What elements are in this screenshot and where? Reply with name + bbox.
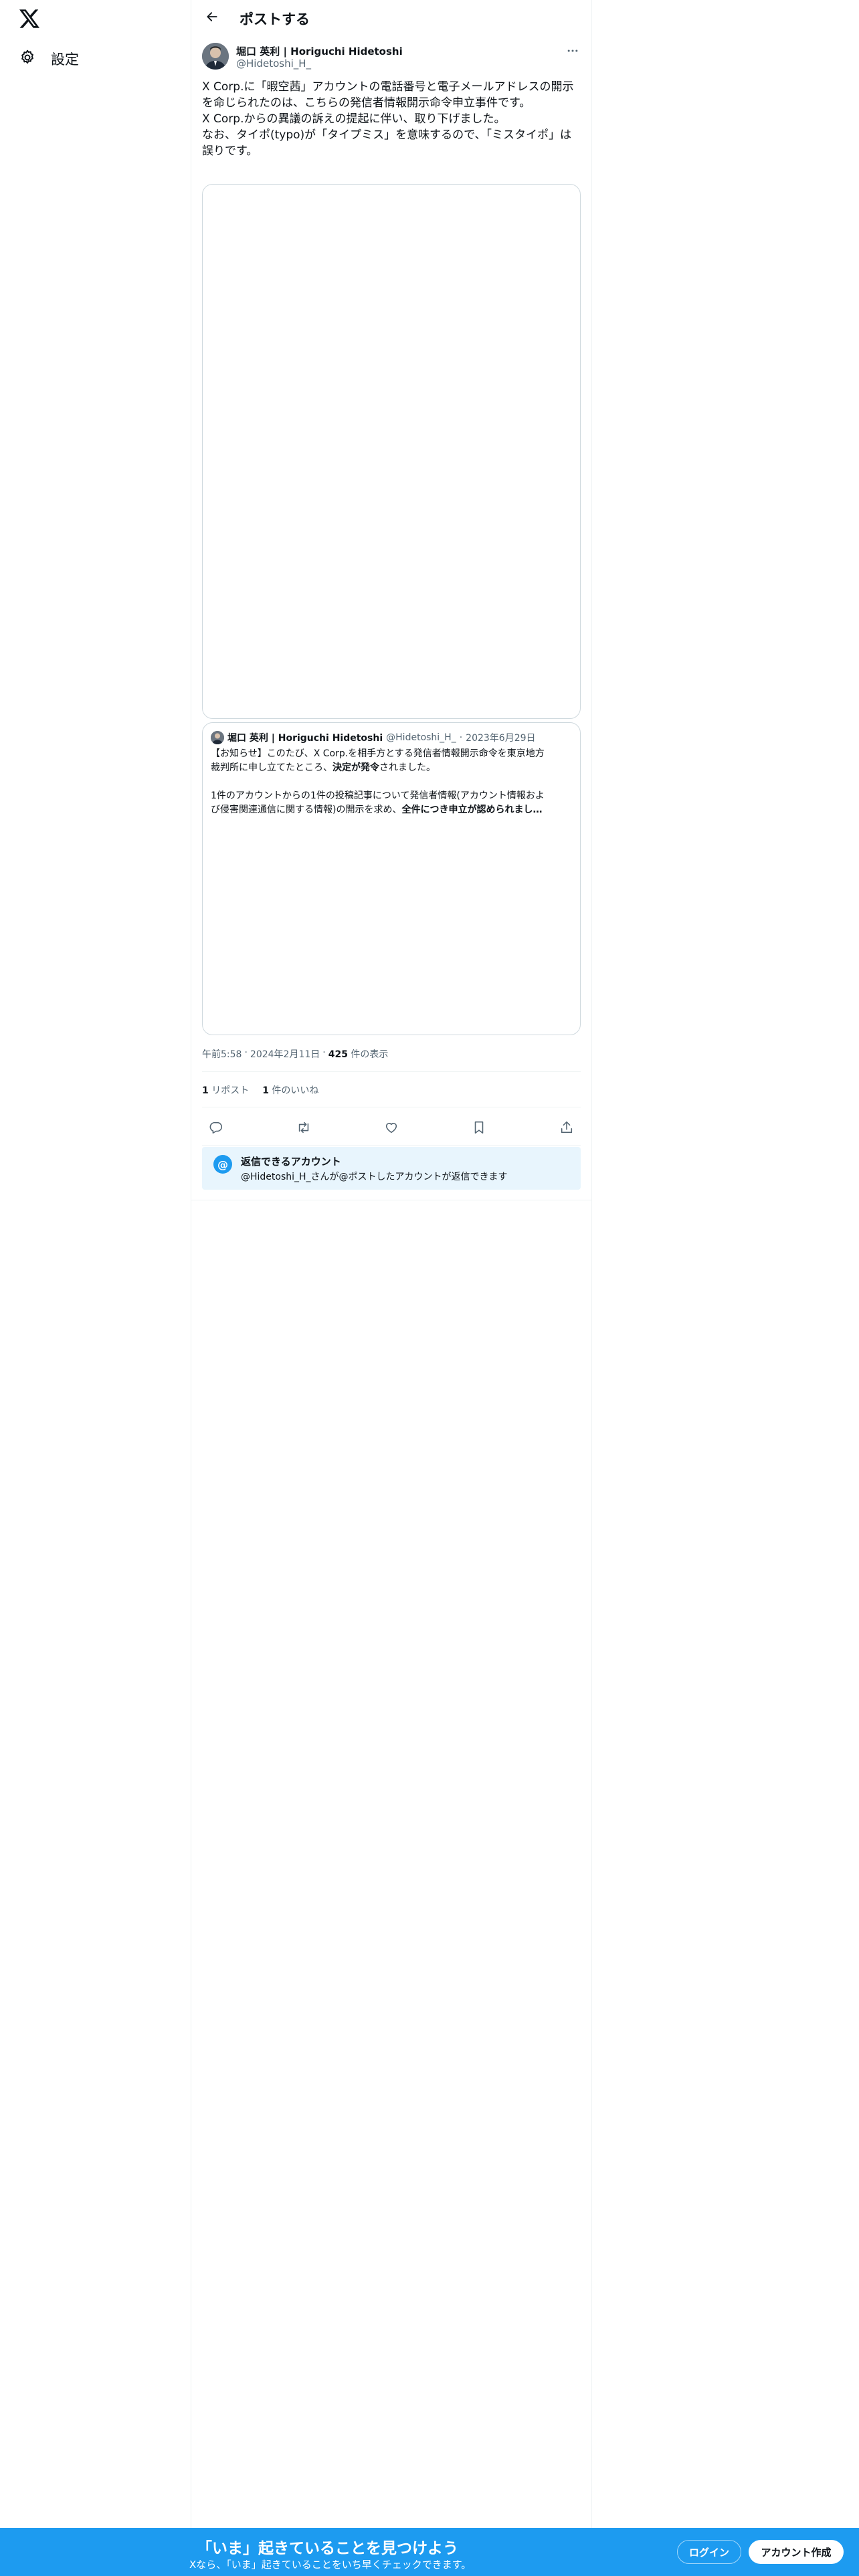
divider <box>202 1071 581 1072</box>
likes-stat[interactable]: 1 件のいいね <box>262 1083 318 1097</box>
quoted-text-line: 1件のアカウントからの1件の投稿記事について発信者情報(アカウント情報およ <box>211 790 545 801</box>
divider <box>202 1145 581 1146</box>
back-button[interactable] <box>202 8 222 28</box>
at-sign-icon: @ <box>213 1155 232 1174</box>
post-text: X Corp.に「暇空茜」アカウントの電話番号と電子メールアドレスの開示 を命じ… <box>202 79 581 159</box>
reply-restriction-title: 返信できるアカウント <box>241 1156 341 1168</box>
post-time[interactable]: 午前5:58 <box>202 1047 242 1061</box>
post-text-line: を命じられたのは、こちらの発信者情報開示命令申立事件です。 <box>202 96 531 110</box>
quoted-post[interactable]: 堀口 英利 | Horiguchi Hidetoshi @Hidetoshi_H… <box>202 722 581 1035</box>
author-handle[interactable]: @Hidetoshi_H_ <box>236 58 311 70</box>
likes-count: 1 <box>262 1085 269 1096</box>
quoted-text-line <box>211 775 572 789</box>
like-button[interactable] <box>380 1117 403 1140</box>
repost-button[interactable] <box>292 1117 315 1140</box>
heart-icon <box>384 1120 399 1138</box>
banner-title: 「いま」起きていることを見つけよう <box>197 2540 458 2557</box>
main-column: ポストする 堀口 英利 | Horiguchi Hidetoshi @Hidet… <box>191 0 592 2576</box>
post-text-line: X Corp.に「暇空茜」アカウントの電話番号と電子メールアドレスの開示 <box>202 80 574 94</box>
quoted-author-name: 堀口 英利 | Horiguchi Hidetoshi <box>227 733 383 744</box>
quoted-post-header: 堀口 英利 | Horiguchi Hidetoshi @Hidetoshi_H… <box>211 731 572 744</box>
author-name[interactable]: 堀口 英利 | Horiguchi Hidetoshi <box>236 44 403 58</box>
quoted-text-line: 【お知らせ】このたび、X Corp.を相手方とする発信者情報開示命令を東京地方 <box>211 748 545 759</box>
post-date[interactable]: 2024年2月11日 <box>250 1047 320 1061</box>
post-text-line: なお、タイポ(typo)が「タイプミス」を意味するので、「ミスタイポ」は <box>202 128 572 142</box>
reply-restriction-notice: @ 返信できるアカウント @Hidetoshi_H_さんが@ポストしたアカウント… <box>202 1147 581 1190</box>
reply-button[interactable] <box>205 1117 227 1140</box>
avatar <box>211 731 224 744</box>
x-logo-icon[interactable] <box>16 5 43 32</box>
quoted-post-text: 【お知らせ】このたび、X Corp.を相手方とする発信者情報開示命令を東京地方 … <box>211 747 572 817</box>
gear-icon <box>19 49 36 69</box>
post-text-line: 誤りです。 <box>202 144 258 158</box>
post-author: 堀口 英利 | Horiguchi Hidetoshi @Hidetoshi_H… <box>202 43 581 72</box>
banner-subtitle: Xなら、「いま」起きていることをいち早くチェックできます。 <box>189 2559 472 2571</box>
post-metadata: 午前5:58 · 2024年2月11日 · 425 件の表示 <box>202 1047 388 1061</box>
share-icon <box>559 1120 574 1138</box>
views-count-group: 425 件の表示 <box>328 1047 389 1061</box>
separator: · <box>459 732 463 743</box>
post-stats: 1 リポスト 1 件のいいね <box>202 1083 318 1097</box>
avatar[interactable] <box>202 43 229 70</box>
top-bar: ポストする <box>191 0 591 36</box>
reposts-count: 1 <box>202 1085 209 1096</box>
quoted-date: 2023年6月29日 <box>466 733 536 744</box>
login-button[interactable]: ログイン <box>677 2540 741 2564</box>
reply-restriction-description: @Hidetoshi_H_さんが@ポストしたアカウントが返信できます <box>241 1172 508 1182</box>
sidebar-item-label: 設定 <box>51 51 79 68</box>
quoted-text-line: び侵害関連通信に関する情報)の開示を求め、全件につき申立が認められまし… <box>211 804 543 815</box>
views-label: 件の表示 <box>351 1049 389 1060</box>
signup-banner: 「いま」起きていることを見つけよう Xなら、「いま」起きていることをいち早くチェ… <box>0 2528 859 2576</box>
post-text-line: X Corp.からの異議の訴えの提起に伴い、取り下げました。 <box>202 112 506 126</box>
left-sidebar: 設定 <box>0 0 191 2576</box>
repost-icon <box>296 1120 311 1138</box>
post-actions <box>202 1113 581 1145</box>
signup-button[interactable]: アカウント作成 <box>749 2540 844 2564</box>
more-button[interactable] <box>565 44 581 60</box>
reposts-stat[interactable]: 1 リポスト <box>202 1083 249 1097</box>
separator: · <box>322 1047 326 1058</box>
reposts-label: リポスト <box>211 1085 250 1096</box>
bookmark-icon <box>472 1120 486 1138</box>
quoted-text-line: 裁判所に申し立てたところ、決定が発令されました。 <box>211 762 436 773</box>
views-count: 425 <box>328 1049 348 1060</box>
comment-icon <box>209 1120 223 1138</box>
arrow-left-icon <box>205 10 219 26</box>
separator: · <box>244 1047 248 1058</box>
share-button[interactable] <box>555 1117 578 1140</box>
quoted-author-handle: @Hidetoshi_H_ <box>386 732 456 743</box>
bookmark-button[interactable] <box>468 1117 490 1140</box>
sidebar-item-settings[interactable]: 設定 <box>13 44 84 74</box>
post-media[interactable] <box>202 184 581 719</box>
more-horizontal-icon <box>566 44 579 60</box>
likes-label: 件のいいね <box>272 1085 319 1096</box>
page-title: ポストする <box>240 11 310 27</box>
